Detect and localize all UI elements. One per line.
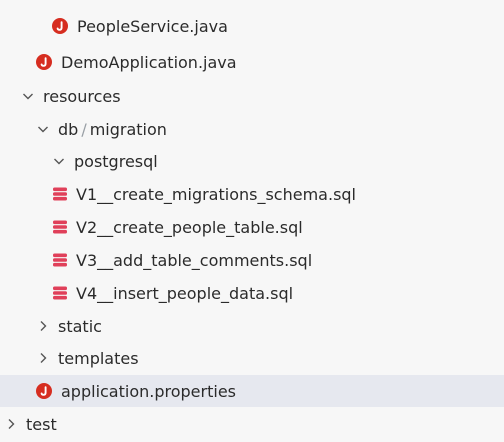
tree-item-label: V1__create_migrations_schema.sql — [76, 184, 356, 204]
sql-file-icon — [53, 220, 67, 234]
properties-file-icon — [36, 383, 52, 399]
tree-folder-templates[interactable]: templates — [0, 342, 504, 374]
sql-file-icon — [53, 187, 67, 201]
tree-folder-static[interactable]: static — [0, 310, 504, 342]
chevron-right-icon[interactable] — [4, 417, 18, 431]
tree-item-application-properties[interactable]: application.properties — [0, 375, 504, 407]
path-separator: / — [81, 119, 87, 139]
tree-item-label: postgresql — [74, 151, 158, 171]
chevron-down-icon[interactable] — [21, 89, 35, 103]
tree-item-v4-sql[interactable]: V4__insert_people_data.sql — [0, 277, 504, 309]
tree-item-demo-application[interactable]: DemoApplication.java — [0, 46, 504, 78]
tree-folder-test[interactable]: test — [0, 408, 504, 440]
java-file-icon — [52, 18, 68, 34]
java-file-icon — [36, 54, 52, 70]
tree-item-label: templates — [58, 348, 139, 368]
tree-item-label-db: db — [58, 119, 79, 139]
tree-item-label: V2__create_people_table.sql — [76, 217, 303, 237]
chevron-down-icon[interactable] — [52, 154, 66, 168]
tree-item-label: PeopleService.java — [77, 16, 228, 36]
tree-item-v3-sql[interactable]: V3__add_table_comments.sql — [0, 244, 504, 276]
tree-item-label: test — [26, 414, 57, 434]
chevron-right-icon[interactable] — [36, 351, 50, 365]
tree-item-label: DemoApplication.java — [61, 52, 237, 72]
tree-item-label: V4__insert_people_data.sql — [76, 283, 294, 303]
file-explorer-tree: PeopleService.java DemoApplication.java … — [0, 0, 504, 442]
tree-item-label: V3__add_table_comments.sql — [76, 250, 313, 270]
chevron-down-icon[interactable] — [36, 122, 50, 136]
sql-file-icon — [53, 286, 67, 300]
chevron-right-icon[interactable] — [36, 319, 50, 333]
tree-item-label: resources — [43, 86, 121, 106]
tree-folder-resources[interactable]: resources — [0, 80, 504, 112]
tree-item-people-service[interactable]: PeopleService.java — [0, 10, 504, 42]
tree-item-v1-sql[interactable]: V1__create_migrations_schema.sql — [0, 178, 504, 210]
sql-file-icon — [53, 253, 67, 267]
tree-item-label-migration: migration — [89, 119, 167, 139]
tree-folder-db-migration[interactable]: db / migration — [0, 113, 504, 145]
tree-item-label: static — [58, 316, 102, 336]
tree-item-v2-sql[interactable]: V2__create_people_table.sql — [0, 211, 504, 243]
tree-item-label: application.properties — [61, 381, 236, 401]
tree-folder-postgresql[interactable]: postgresql — [0, 145, 504, 177]
